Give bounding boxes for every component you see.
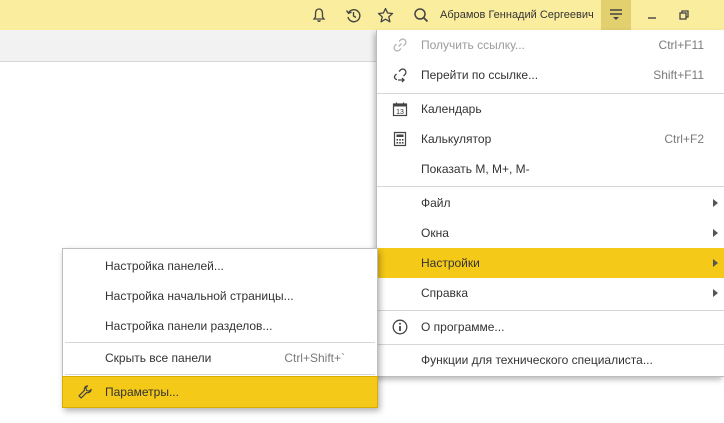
menu-item-label: Справка (421, 286, 469, 300)
menu-item-label: О программе... (421, 320, 505, 334)
shortcut-label: Ctrl+F2 (664, 132, 704, 146)
bell-icon[interactable] (306, 0, 332, 30)
history-icon[interactable] (340, 0, 366, 30)
submenu-item-label: Настройка начальной страницы... (105, 289, 294, 303)
menu-item-calculator[interactable]: Калькулятор Ctrl+F2 (377, 124, 724, 154)
menu-icon[interactable] (601, 0, 631, 30)
info-icon (392, 319, 408, 335)
menu-item-label: Получить ссылку... (421, 38, 525, 52)
menu-item-calendar[interactable]: 13 Календарь (377, 94, 724, 124)
submenu-item-parameters[interactable]: Параметры... (62, 376, 378, 408)
calculator-icon (392, 131, 408, 147)
settings-submenu: Настройка панелей... Настройка начальной… (62, 248, 378, 408)
submenu-item-start-page-setup[interactable]: Настройка начальной страницы... (63, 281, 377, 311)
star-icon[interactable] (372, 0, 398, 30)
title-bar: Абрамов Геннадий Сергеевич (0, 0, 724, 30)
menu-item-label: Перейти по ссылке... (421, 68, 539, 82)
menu-item-show-memory[interactable]: Показать M, M+, M- (377, 154, 724, 184)
menu-item-file[interactable]: Файл (377, 188, 724, 218)
restore-icon[interactable] (672, 0, 696, 30)
search-icon[interactable] (408, 0, 434, 30)
link-icon (392, 37, 408, 53)
chevron-right-icon (713, 289, 718, 297)
submenu-item-panels-setup[interactable]: Настройка панелей... (63, 251, 377, 281)
menu-item-label: Функции для технического специалиста... (421, 353, 653, 367)
user-name[interactable]: Абрамов Геннадий Сергеевич (440, 0, 594, 30)
menu-item-label: Показать M, M+, M- (421, 162, 530, 176)
menu-item-get-link[interactable]: Получить ссылку... Ctrl+F11 (377, 30, 724, 60)
menu-separator (377, 186, 724, 187)
submenu-item-label: Настройка панели разделов... (105, 319, 273, 333)
menu-item-label: Настройки (421, 256, 480, 270)
submenu-item-label: Скрыть все панели (105, 351, 212, 365)
chevron-right-icon (713, 229, 718, 237)
minimize-icon[interactable] (640, 0, 664, 30)
menu-item-label: Календарь (421, 102, 482, 116)
svg-text:13: 13 (396, 109, 404, 116)
shortcut-label: Ctrl+F11 (658, 38, 704, 52)
menu-item-label: Калькулятор (421, 132, 492, 146)
submenu-item-hide-all-panels[interactable]: Скрыть все панели Ctrl+Shift+` (63, 343, 377, 373)
menu-item-help[interactable]: Справка (377, 278, 724, 308)
menu-item-go-to-link[interactable]: Перейти по ссылке... Shift+F11 (377, 60, 724, 90)
wrench-icon (77, 384, 93, 400)
chevron-right-icon (713, 259, 718, 267)
menu-separator (377, 310, 724, 311)
toolbar-area (0, 30, 378, 62)
go-link-icon (392, 67, 408, 83)
menu-separator (65, 374, 375, 375)
submenu-item-sections-panel-setup[interactable]: Настройка панели разделов... (63, 311, 377, 341)
shortcut-label: Shift+F11 (653, 68, 704, 82)
menu-item-windows[interactable]: Окна (377, 218, 724, 248)
menu-item-about[interactable]: О программе... (377, 312, 724, 342)
calendar-icon: 13 (392, 101, 408, 117)
shortcut-label: Ctrl+Shift+` (284, 351, 345, 365)
menu-item-settings[interactable]: Настройки (377, 248, 724, 278)
menu-item-tech-functions[interactable]: Функции для технического специалиста... (377, 345, 724, 375)
submenu-item-label: Настройка панелей... (105, 259, 224, 273)
menu-item-label: Файл (421, 196, 451, 210)
chevron-right-icon (713, 199, 718, 207)
main-menu: Получить ссылку... Ctrl+F11 Перейти по с… (376, 30, 724, 377)
menu-item-label: Окна (421, 226, 449, 240)
submenu-item-label: Параметры... (105, 385, 179, 399)
